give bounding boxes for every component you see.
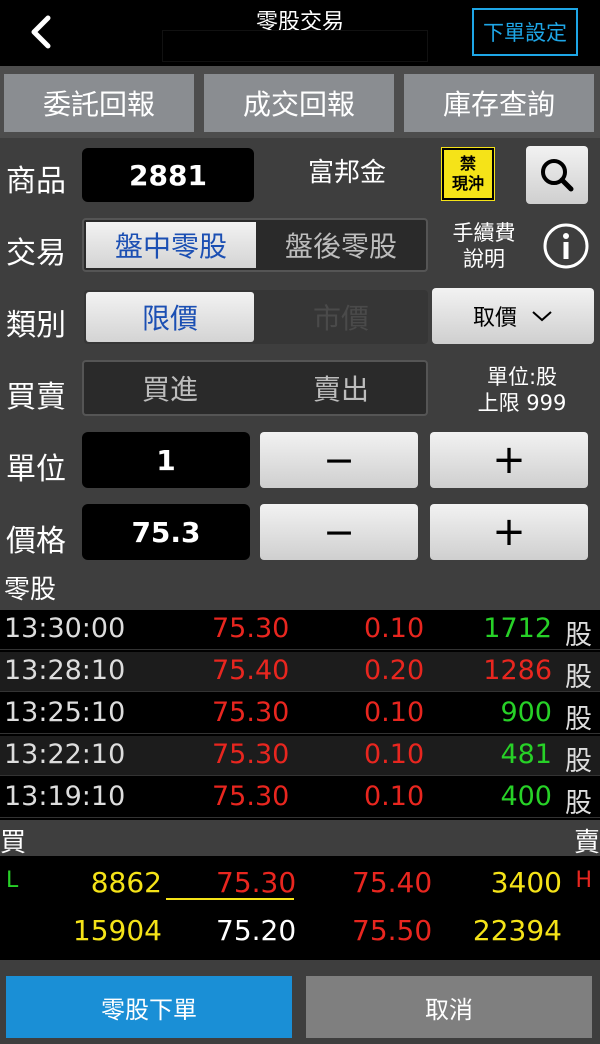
bid-price-1[interactable]: 75.30 — [216, 866, 296, 899]
trade-row: 13:25:10 75.30 0.10 900 股 — [0, 694, 600, 735]
fee-line1: 手續費 — [452, 221, 516, 245]
order-settings-button[interactable]: 下單設定 — [472, 8, 578, 56]
bid-qty-2: 15904 — [72, 914, 162, 947]
type-option-limit[interactable]: 限價 — [86, 292, 254, 342]
bid-underline — [166, 898, 294, 900]
trade-row: 13:30:00 75.30 0.10 1712 股 — [0, 610, 600, 651]
trade-time: 13:30:00 — [4, 613, 126, 644]
trade-row: 13:28:10 75.40 0.20 1286 股 — [0, 652, 600, 693]
trade-change: 0.20 — [364, 655, 425, 686]
badge-line2: 現沖 — [451, 174, 484, 193]
trade-unit: 股 — [565, 662, 592, 693]
badge-line1: 禁 — [459, 154, 476, 173]
trade-price: 75.30 — [212, 613, 290, 644]
unit-info-line2: 上限 999 — [477, 391, 567, 415]
tab-fill-report[interactable]: 成交回報 — [204, 74, 394, 132]
order-form: 商品 2881 富邦金 禁 現沖 交易 盤中零股 盤後零股 手續費 說明 類別 … — [0, 138, 600, 572]
product-code-input[interactable]: 2881 — [82, 148, 254, 202]
buy-option[interactable]: 買進 — [84, 362, 256, 414]
unit-increment-button[interactable]: + — [430, 432, 588, 488]
price-input[interactable]: 75.3 — [82, 504, 250, 560]
trade-option-intraday[interactable]: 盤中零股 — [86, 222, 256, 268]
ask-qty-1: 3400 — [490, 866, 562, 899]
get-price-dropdown[interactable]: 取價 — [432, 288, 594, 344]
product-name: 富邦金 — [307, 158, 386, 188]
price-increment-button[interactable]: + — [430, 504, 588, 560]
get-price-label: 取價 — [472, 306, 517, 331]
odd-lot-order-button[interactable]: 零股下單 — [6, 976, 292, 1038]
unit-limit-info: 單位:股 上限 999 — [462, 364, 582, 416]
trade-label: 交易 — [6, 236, 66, 271]
sell-label: 賣 — [573, 828, 600, 858]
price-decrement-button[interactable]: − — [260, 504, 418, 560]
trade-volume: 1712 — [483, 613, 552, 644]
type-option-market[interactable]: 市價 — [256, 290, 426, 344]
unit-label: 單位 — [6, 452, 66, 487]
bid-price-2[interactable]: 75.20 — [216, 914, 296, 947]
high-marker: H — [575, 868, 592, 893]
chevron-down-icon — [532, 311, 552, 322]
trade-change: 0.10 — [364, 781, 425, 812]
trade-price: 75.30 — [212, 739, 290, 770]
no-daytrade-badge: 禁 現沖 — [441, 147, 495, 201]
account-selector[interactable] — [162, 30, 428, 62]
product-label: 商品 — [6, 164, 66, 199]
trade-session-toggle: 盤中零股 盤後零股 — [82, 218, 428, 272]
ask-price-1[interactable]: 75.40 — [352, 866, 432, 899]
trade-volume: 900 — [500, 697, 552, 728]
trade-change: 0.10 — [364, 613, 425, 644]
type-label: 類別 — [6, 308, 66, 343]
trade-time: 13:28:10 — [4, 655, 126, 686]
buy-label: 買 — [0, 828, 27, 858]
bid-qty-1: 8862 — [90, 866, 162, 899]
trade-unit: 股 — [565, 788, 592, 819]
header: 零股交易 下單設定 — [0, 0, 600, 66]
trade-time: 13:19:10 — [4, 781, 126, 812]
trade-volume: 400 — [500, 781, 552, 812]
low-marker: L — [6, 868, 19, 893]
trade-price: 75.30 — [212, 697, 290, 728]
sell-option[interactable]: 賣出 — [256, 362, 426, 414]
cancel-button[interactable]: 取消 — [306, 976, 592, 1038]
footer: 零股下單 取消 — [0, 960, 600, 1044]
trade-volume: 481 — [500, 739, 552, 770]
trade-option-afterhours[interactable]: 盤後零股 — [256, 220, 426, 270]
fee-explanation-link[interactable]: 手續費 說明 — [446, 220, 522, 272]
buysell-toggle: 買進 賣出 — [82, 360, 428, 416]
info-button[interactable] — [542, 222, 590, 270]
order-book: L 8862 75.30 75.40 3400 H 15904 75.20 75… — [0, 856, 600, 960]
trade-volume: 1286 — [483, 655, 552, 686]
trade-unit: 股 — [565, 620, 592, 651]
book-header: 買 賣 — [0, 820, 600, 858]
trade-change: 0.10 — [364, 697, 425, 728]
info-icon — [543, 223, 589, 269]
odd-lot-section-label: 零股 — [0, 572, 600, 610]
price-type-toggle: 限價 市價 — [84, 290, 428, 344]
trade-time: 13:22:10 — [4, 739, 126, 770]
fee-line2: 說明 — [463, 247, 505, 271]
trade-time: 13:25:10 — [4, 697, 126, 728]
unit-info-line1: 單位:股 — [486, 365, 558, 389]
ask-price-2[interactable]: 75.50 — [352, 914, 432, 947]
unit-input[interactable]: 1 — [82, 432, 250, 488]
trade-row: 13:22:10 75.30 0.10 481 股 — [0, 736, 600, 777]
trade-unit: 股 — [565, 746, 592, 777]
trade-price: 75.30 — [212, 781, 290, 812]
trade-row: 13:19:10 75.30 0.10 400 股 — [0, 778, 600, 819]
buysell-label: 買賣 — [6, 380, 66, 415]
trade-unit: 股 — [565, 704, 592, 735]
ask-qty-2: 22394 — [472, 914, 562, 947]
trade-change: 0.10 — [364, 739, 425, 770]
search-icon — [541, 159, 574, 192]
price-label: 價格 — [6, 524, 66, 559]
trade-price: 75.40 — [212, 655, 290, 686]
search-button[interactable] — [526, 146, 588, 204]
tab-inventory-query[interactable]: 庫存查詢 — [404, 74, 594, 132]
unit-decrement-button[interactable]: − — [260, 432, 418, 488]
tab-order-report[interactable]: 委託回報 — [4, 74, 194, 132]
